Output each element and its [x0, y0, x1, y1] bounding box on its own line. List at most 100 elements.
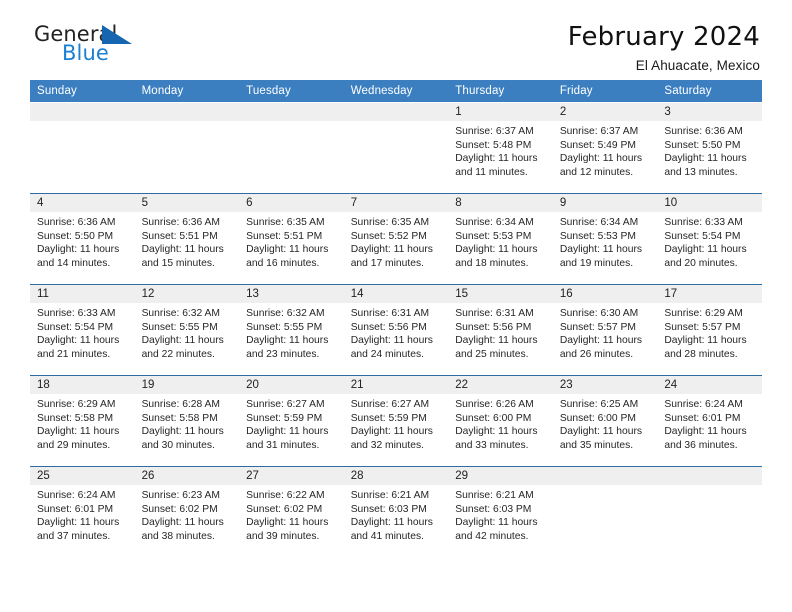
calendar-day-cell[interactable]: 1 Sunrise: 6:37 AM Sunset: 5:48 PM Daylight…	[448, 102, 553, 194]
calendar-day-cell[interactable]: 13 Sunrise: 6:32 AM Sunset: 5:55 PM Dayligh…	[239, 284, 344, 376]
calendar-day-cell[interactable]: 12 Sunrise: 6:32 AM Sunset: 5:55 PM Dayligh…	[134, 284, 240, 376]
calendar-week-row: 18 Sunrise: 6:29 AM Sunset: 5:58 PM Dayligh…	[30, 375, 762, 467]
day-cell-inner: 16 Sunrise: 6:30 AM Sunset: 5:57 PM Dayligh…	[552, 285, 658, 375]
calendar-day-cell[interactable]: 23 Sunrise: 6:25 AM Sunset: 6:00 PM Dayligh…	[552, 375, 658, 467]
day-cell-inner: 13 Sunrise: 6:32 AM Sunset: 5:55 PM Dayligh…	[239, 285, 344, 375]
day-number: 14	[343, 285, 449, 303]
day-number: 25	[30, 467, 135, 485]
daylight-text-line2: and 39 minutes.	[246, 530, 320, 542]
day-number	[30, 103, 135, 121]
day-number: 11	[30, 285, 135, 303]
day-cell-inner: 27 Sunrise: 6:22 AM Sunset: 6:02 PM Dayligh…	[239, 467, 344, 557]
calendar-day-cell[interactable]: 11 Sunrise: 6:33 AM Sunset: 5:54 PM Dayligh…	[30, 284, 135, 376]
daylight-text-line2: and 20 minutes.	[664, 257, 738, 269]
sunrise-text: Sunrise: 6:32 AM	[246, 308, 325, 319]
daylight-text-line2: and 42 minutes.	[455, 530, 529, 542]
day-cell-inner: 22 Sunrise: 6:26 AM Sunset: 6:00 PM Dayligh…	[448, 376, 553, 466]
daylight-text-line2: and 29 minutes.	[37, 439, 111, 451]
calendar-day-cell[interactable]: 17 Sunrise: 6:29 AM Sunset: 5:57 PM Dayligh…	[657, 284, 762, 376]
sunset-text: Sunset: 5:57 PM	[664, 321, 741, 333]
daylight-text-line2: and 37 minutes.	[37, 530, 111, 542]
calendar-day-cell[interactable]: 25 Sunrise: 6:24 AM Sunset: 6:01 PM Dayligh…	[30, 466, 135, 557]
sunrise-text: Sunrise: 6:29 AM	[37, 399, 116, 410]
calendar-day-cell[interactable]: 16 Sunrise: 6:30 AM Sunset: 5:57 PM Dayligh…	[552, 284, 658, 376]
calendar-day-cell[interactable]: 29 Sunrise: 6:21 AM Sunset: 6:03 PM Dayligh…	[448, 466, 553, 557]
sunrise-text: Sunrise: 6:25 AM	[559, 399, 639, 410]
day-number: 13	[239, 285, 344, 303]
day-cell-details: Sunrise: 6:34 AM Sunset: 5:53 PM Daylight:…	[448, 212, 553, 270]
general-blue-logo[interactable]: General Blue	[30, 22, 148, 70]
day-cell-inner	[657, 467, 762, 557]
day-cell-inner: 23 Sunrise: 6:25 AM Sunset: 6:00 PM Dayligh…	[552, 376, 658, 466]
daylight-text-line1: Daylight: 11 hours	[559, 426, 643, 438]
sunset-text: Sunset: 6:02 PM	[246, 503, 323, 515]
day-number: 8	[448, 194, 553, 212]
daylight-text-line2: and 12 minutes.	[559, 166, 634, 178]
calendar-day-cell[interactable]: 18 Sunrise: 6:29 AM Sunset: 5:58 PM Dayligh…	[30, 375, 135, 467]
weekday-header-friday: Friday	[552, 80, 658, 103]
calendar-day-cell[interactable]: 24 Sunrise: 6:24 AM Sunset: 6:01 PM Dayligh…	[657, 375, 762, 467]
calendar-day-cell[interactable]: 4 Sunrise: 6:36 AM Sunset: 5:50 PM Daylight…	[30, 193, 135, 285]
calendar-day-cell[interactable]: 10 Sunrise: 6:33 AM Sunset: 5:54 PM Dayligh…	[657, 193, 762, 285]
sunrise-text: Sunrise: 6:36 AM	[141, 217, 220, 228]
day-cell-details: Sunrise: 6:31 AM Sunset: 5:56 PM Daylight:…	[344, 303, 449, 361]
calendar-day-cell[interactable]: 6 Sunrise: 6:35 AM Sunset: 5:51 PM Daylight…	[239, 193, 344, 285]
calendar-day-cell-empty	[134, 102, 240, 194]
calendar-day-cell[interactable]: 26 Sunrise: 6:23 AM Sunset: 6:02 PM Dayligh…	[134, 466, 240, 557]
day-number: 7	[343, 194, 449, 212]
day-cell-details: Sunrise: 6:21 AM Sunset: 6:03 PM Daylight:…	[344, 485, 449, 543]
sunrise-text: Sunrise: 6:35 AM	[246, 217, 325, 228]
day-cell-details: Sunrise: 6:33 AM Sunset: 5:54 PM Daylight:…	[30, 303, 135, 361]
sunset-text: Sunset: 5:51 PM	[246, 230, 323, 242]
daylight-text-line2: and 15 minutes.	[141, 257, 215, 269]
day-number	[239, 103, 344, 121]
sunset-text: Sunset: 6:01 PM	[37, 503, 114, 515]
day-cell-inner	[239, 103, 344, 193]
day-cell-details: Sunrise: 6:25 AM Sunset: 6:00 PM Daylight:…	[553, 394, 658, 452]
calendar-day-cell[interactable]: 14 Sunrise: 6:31 AM Sunset: 5:56 PM Dayligh…	[343, 284, 449, 376]
sunset-text: Sunset: 5:56 PM	[455, 321, 532, 333]
sunrise-text: Sunrise: 6:21 AM	[350, 490, 430, 501]
daylight-text-line1: Daylight: 11 hours	[37, 335, 120, 347]
daylight-text-line1: Daylight: 11 hours	[141, 517, 224, 529]
calendar-day-cell[interactable]: 9 Sunrise: 6:34 AM Sunset: 5:53 PM Daylight…	[552, 193, 658, 285]
day-cell-inner: 15 Sunrise: 6:31 AM Sunset: 5:56 PM Dayligh…	[448, 285, 553, 375]
calendar-body: 1 Sunrise: 6:37 AM Sunset: 5:48 PM Daylight…	[30, 102, 762, 557]
day-cell-details: Sunrise: 6:32 AM Sunset: 5:55 PM Daylight:…	[239, 303, 344, 361]
calendar-header-row: Sunday Monday Tuesday Wednesday Thursday…	[30, 80, 762, 103]
calendar-day-cell[interactable]: 22 Sunrise: 6:26 AM Sunset: 6:00 PM Dayligh…	[448, 375, 553, 467]
day-cell-inner: 8 Sunrise: 6:34 AM Sunset: 5:53 PM Daylight…	[448, 194, 553, 284]
sunrise-text: Sunrise: 6:24 AM	[37, 490, 116, 501]
daylight-text-line2: and 17 minutes.	[350, 257, 424, 269]
day-cell-inner	[134, 103, 240, 193]
day-cell-details: Sunrise: 6:34 AM Sunset: 5:53 PM Daylight:…	[553, 212, 658, 270]
sunset-text: Sunset: 5:54 PM	[37, 321, 114, 333]
day-cell-inner: 9 Sunrise: 6:34 AM Sunset: 5:53 PM Daylight…	[552, 194, 658, 284]
calendar-day-cell[interactable]: 21 Sunrise: 6:27 AM Sunset: 5:59 PM Dayligh…	[343, 375, 449, 467]
sunrise-text: Sunrise: 6:23 AM	[141, 490, 220, 501]
calendar-day-cell[interactable]: 5 Sunrise: 6:36 AM Sunset: 5:51 PM Daylight…	[134, 193, 240, 285]
day-number: 3	[657, 103, 762, 121]
calendar-week-row: 1 Sunrise: 6:37 AM Sunset: 5:48 PM Daylight…	[30, 102, 762, 194]
sunrise-text: Sunrise: 6:30 AM	[559, 308, 639, 319]
calendar-day-cell[interactable]: 8 Sunrise: 6:34 AM Sunset: 5:53 PM Daylight…	[448, 193, 553, 285]
daylight-text-line2: and 25 minutes.	[455, 348, 529, 360]
daylight-text-line1: Daylight: 11 hours	[37, 426, 120, 438]
calendar-day-cell[interactable]: 7 Sunrise: 6:35 AM Sunset: 5:52 PM Daylight…	[343, 193, 449, 285]
calendar-day-cell[interactable]: 27 Sunrise: 6:22 AM Sunset: 6:02 PM Dayligh…	[239, 466, 344, 557]
calendar-day-cell-empty	[657, 466, 762, 557]
calendar-table: Sunday Monday Tuesday Wednesday Thursday…	[30, 80, 762, 557]
calendar-day-cell[interactable]: 19 Sunrise: 6:28 AM Sunset: 5:58 PM Dayligh…	[134, 375, 240, 467]
day-cell-details: Sunrise: 6:37 AM Sunset: 5:49 PM Daylight:…	[553, 121, 658, 179]
day-cell-details: Sunrise: 6:31 AM Sunset: 5:56 PM Daylight:…	[448, 303, 553, 361]
calendar-day-cell[interactable]: 15 Sunrise: 6:31 AM Sunset: 5:56 PM Dayligh…	[448, 284, 553, 376]
calendar-day-cell[interactable]: 2 Sunrise: 6:37 AM Sunset: 5:49 PM Daylight…	[552, 102, 658, 194]
calendar-day-cell[interactable]: 3 Sunrise: 6:36 AM Sunset: 5:50 PM Daylight…	[657, 102, 762, 194]
calendar-day-cell[interactable]: 28 Sunrise: 6:21 AM Sunset: 6:03 PM Dayligh…	[343, 466, 449, 557]
calendar-day-cell[interactable]: 20 Sunrise: 6:27 AM Sunset: 5:59 PM Dayligh…	[239, 375, 344, 467]
day-cell-details: Sunrise: 6:28 AM Sunset: 5:58 PM Daylight:…	[135, 394, 240, 452]
sunrise-text: Sunrise: 6:34 AM	[559, 217, 639, 228]
day-cell-inner: 24 Sunrise: 6:24 AM Sunset: 6:01 PM Dayligh…	[657, 376, 762, 466]
day-cell-details: Sunrise: 6:33 AM Sunset: 5:54 PM Daylight:…	[657, 212, 762, 270]
daylight-text-line1: Daylight: 11 hours	[455, 153, 538, 165]
